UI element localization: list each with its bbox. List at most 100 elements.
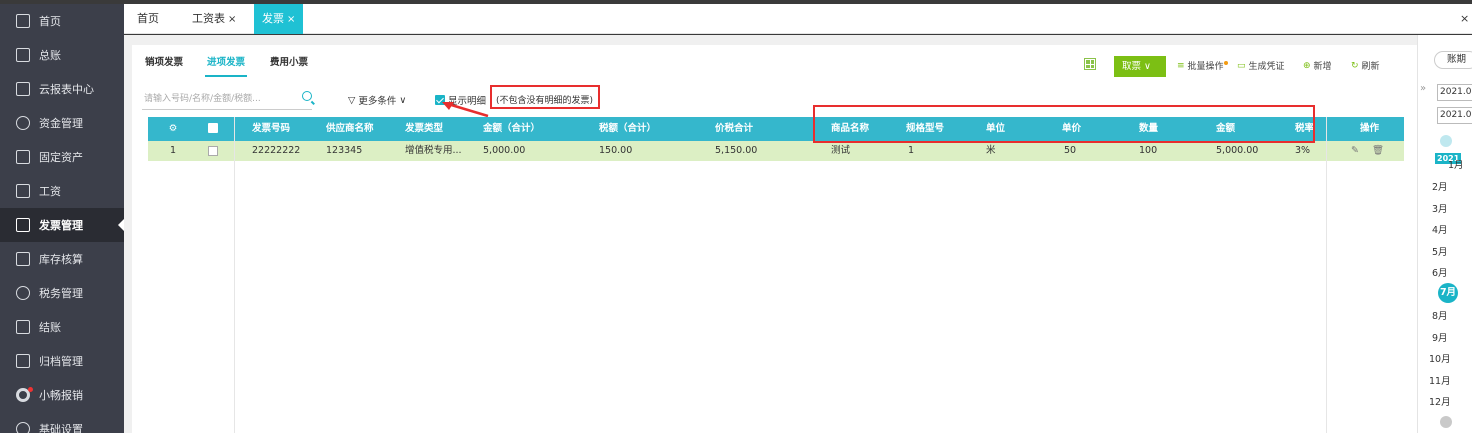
fetch-invoice-button[interactable]: 取票 ∨ xyxy=(1114,56,1166,77)
sidebar-item-label: 小畅报销 xyxy=(39,389,83,402)
double-chevron-right-icon[interactable]: » xyxy=(1420,83,1426,94)
month-item[interactable]: 3月 xyxy=(1432,201,1448,215)
header-tax-total[interactable]: 税额（合计） xyxy=(599,117,657,141)
sidebar-item-label: 资金管理 xyxy=(39,117,83,130)
select-all-checkbox[interactable] xyxy=(208,123,218,133)
chart-icon xyxy=(16,82,30,96)
month-item[interactable]: 2月 xyxy=(1432,179,1448,193)
app-window: 首页 总账 云报表中心 资金管理 固定资产 工资 发票管理 库存核算 税务管理 … xyxy=(0,0,1472,433)
month-item[interactable]: 8月 xyxy=(1432,308,1448,322)
header-amount-total[interactable]: 金额（合计） xyxy=(483,117,541,141)
subtab-expense-receipt[interactable]: 费用小票 xyxy=(270,51,308,75)
cell-amount: 5,000.00 xyxy=(483,145,526,156)
month-item[interactable]: 4月 xyxy=(1432,222,1448,236)
subtab-input-invoice[interactable]: 进项发票 xyxy=(204,51,248,77)
sidebar-item-archive[interactable]: 归档管理 xyxy=(0,344,124,378)
chevron-down-icon: ∨ xyxy=(1141,61,1151,72)
window-close-icon[interactable]: × xyxy=(1460,4,1469,34)
sidebar-item-settings[interactable]: 基础设置 xyxy=(0,412,124,433)
cell-invoice-type: 增值税专用... xyxy=(405,145,462,156)
notification-dot xyxy=(28,387,33,392)
batch-operation-button[interactable]: ≡ 批量操作 xyxy=(1177,59,1228,72)
search-icon[interactable] xyxy=(302,91,312,101)
invoice-panel: 销项发票 进项发票 费用小票 取票 ∨ ≡ 批量操作 ▭ 生成凭证 ⊕ 新增 ↻ 刷新 … xyxy=(132,45,1417,433)
sidebar-item-ledger[interactable]: 总账 xyxy=(0,38,124,72)
header-operation: 操作 xyxy=(1360,117,1380,141)
button-label: 批量操作 xyxy=(1187,62,1224,72)
cell-invoice-number: 22222222 xyxy=(252,145,301,156)
sidebar-item-label: 结账 xyxy=(39,321,61,334)
button-label: 取票 xyxy=(1122,61,1142,72)
chevron-down-icon[interactable] xyxy=(1440,416,1452,428)
plus-icon: ⊕ xyxy=(1303,60,1311,71)
month-item[interactable]: 5月 xyxy=(1432,244,1448,258)
delete-icon[interactable]: 🗑 xyxy=(1372,141,1384,161)
subtab-sales-invoice[interactable]: 销项发票 xyxy=(145,51,183,75)
notification-dot xyxy=(1223,60,1228,65)
sidebar-item-tax[interactable]: 税务管理 xyxy=(0,276,124,310)
sidebar: 首页 总账 云报表中心 资金管理 固定资产 工资 发票管理 库存核算 税务管理 … xyxy=(0,4,124,433)
tab-label: 工资表 xyxy=(192,12,225,25)
qrcode-icon[interactable] xyxy=(1084,58,1096,70)
asset-icon xyxy=(16,150,30,164)
sidebar-item-label: 发票管理 xyxy=(39,219,83,232)
cell-unit-price: 50 xyxy=(1064,145,1077,156)
close-icon[interactable]: × xyxy=(287,14,295,25)
chevron-down-icon: ∨ xyxy=(399,94,407,106)
settings-icon[interactable]: ⚙ xyxy=(166,117,180,141)
highlight-box xyxy=(813,105,1315,143)
warehouse-icon xyxy=(16,252,30,266)
generate-voucher-button[interactable]: ▭ 生成凭证 xyxy=(1237,59,1285,73)
add-button[interactable]: ⊕ 新增 xyxy=(1303,59,1332,73)
month-item[interactable]: 10月 xyxy=(1429,351,1451,365)
chevron-up-icon[interactable] xyxy=(1440,135,1452,147)
month-item[interactable]: 11月 xyxy=(1429,373,1451,387)
sidebar-item-fixed-assets[interactable]: 固定资产 xyxy=(0,140,124,174)
row-checkbox[interactable] xyxy=(208,146,218,156)
header-invoice-type[interactable]: 发票类型 xyxy=(405,117,444,141)
sidebar-item-label: 固定资产 xyxy=(39,151,83,164)
home-icon xyxy=(16,14,30,28)
sidebar-item-invoice[interactable]: 发票管理 xyxy=(0,208,124,242)
tax-icon xyxy=(16,286,30,300)
period-button[interactable]: 账期 xyxy=(1434,51,1472,69)
header-invoice-number[interactable]: 发票号码 xyxy=(252,117,291,141)
month-item-selected[interactable]: 7月 xyxy=(1438,283,1458,303)
tab-label: 首页 xyxy=(137,12,159,25)
sidebar-item-reimburse[interactable]: 小畅报销 xyxy=(0,378,124,412)
close-icon[interactable]: × xyxy=(228,14,236,25)
more-conditions-dropdown[interactable]: ▽ 更多条件 ∨ xyxy=(348,93,407,108)
header-supplier[interactable]: 供应商名称 xyxy=(326,117,374,141)
header-price-tax-total[interactable]: 价税合计 xyxy=(715,117,754,141)
tab-invoice[interactable]: 发票 × xyxy=(254,4,304,34)
sidebar-item-closing[interactable]: 结账 xyxy=(0,310,124,344)
tab-home[interactable]: 首页 xyxy=(137,4,159,34)
search-input[interactable] xyxy=(142,88,312,110)
main-area: 销项发票 进项发票 费用小票 取票 ∨ ≡ 批量操作 ▭ 生成凭证 ⊕ 新增 ↻ 刷新 … xyxy=(124,35,1417,433)
period-from-input[interactable]: 2021.07 xyxy=(1437,84,1472,101)
highlight-box xyxy=(490,85,600,109)
sidebar-item-funds[interactable]: 资金管理 xyxy=(0,106,124,140)
invoice-icon xyxy=(16,218,30,232)
cell-goods-name: 测试 xyxy=(831,145,851,156)
month-item[interactable]: 6月 xyxy=(1432,265,1448,279)
cell-tax: 150.00 xyxy=(599,145,633,156)
settings-icon xyxy=(16,422,30,433)
month-item[interactable]: 1月 xyxy=(1448,157,1464,171)
edit-icon[interactable]: ✎ xyxy=(1351,141,1359,161)
sidebar-item-inventory[interactable]: 库存核算 xyxy=(0,242,124,276)
cell-tax-rate: 3% xyxy=(1295,145,1311,156)
refresh-button[interactable]: ↻ 刷新 xyxy=(1351,59,1380,73)
dropdown-label: 更多条件 xyxy=(358,96,397,107)
voucher-icon: ▭ xyxy=(1237,60,1246,71)
month-item[interactable]: 12月 xyxy=(1429,394,1451,408)
sidebar-item-cloud-report[interactable]: 云报表中心 xyxy=(0,72,124,106)
sidebar-item-home[interactable]: 首页 xyxy=(0,4,124,38)
list-icon: ≡ xyxy=(1177,60,1185,71)
period-to-input[interactable]: 2021.07 xyxy=(1437,107,1472,124)
month-item[interactable]: 9月 xyxy=(1432,330,1448,344)
sidebar-item-label: 云报表中心 xyxy=(39,83,94,96)
tab-salary[interactable]: 工资表 × xyxy=(192,4,236,34)
sidebar-item-salary[interactable]: 工资 xyxy=(0,174,124,208)
cell-spec: 1 xyxy=(908,145,915,156)
